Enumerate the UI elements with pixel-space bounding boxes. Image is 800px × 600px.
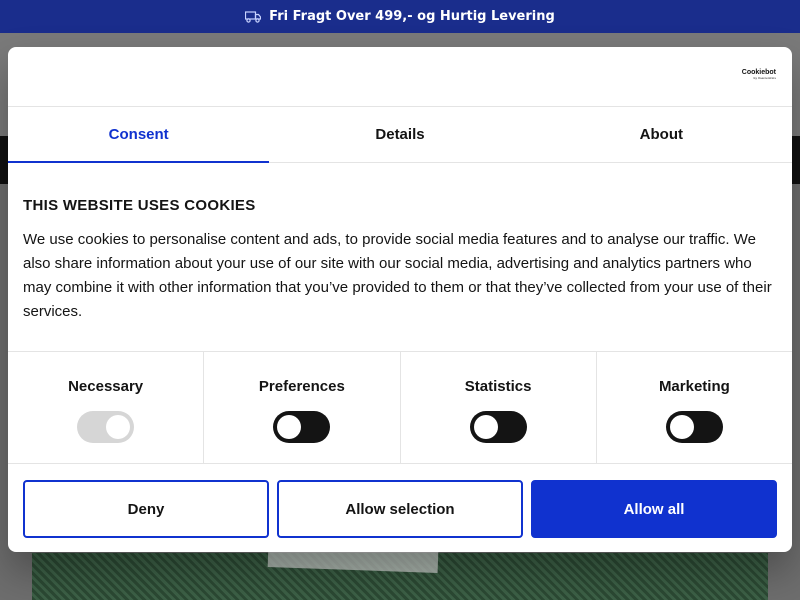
tab-details[interactable]: Details (269, 107, 530, 162)
consent-actions: Deny Allow selection Allow all (8, 464, 792, 538)
dialog-header: Cookiebot by Usercentrics (8, 47, 792, 107)
allow-all-button[interactable]: Allow all (531, 480, 777, 538)
announcement-bar: Fri Fragt Over 499,- og Hurtig Levering (0, 0, 800, 33)
tab-consent[interactable]: Consent (8, 107, 270, 163)
category-marketing: Marketing (597, 352, 792, 463)
preferences-toggle[interactable] (273, 411, 331, 443)
deny-button[interactable]: Deny (23, 480, 269, 538)
category-label: Marketing (658, 378, 730, 395)
consent-description: We use cookies to personalise content an… (23, 231, 772, 320)
dialog-tabs: Consent Details About (8, 107, 792, 163)
necessary-toggle (77, 411, 135, 443)
statistics-toggle[interactable] (469, 411, 527, 443)
category-preferences: Preferences (204, 352, 401, 463)
toggle-knob (669, 415, 694, 439)
category-label: Necessary (68, 378, 144, 395)
cookie-consent-dialog: Cookiebot by Usercentrics Consent Detail… (8, 47, 792, 552)
announcement-text: Fri Fragt Over 499,- og Hurtig Levering (269, 9, 555, 24)
truck-icon (245, 10, 262, 23)
consent-heading: THIS WEBSITE USES COOKIES (23, 197, 256, 214)
category-label: Preferences (258, 378, 345, 395)
cookiebot-logo[interactable]: Cookiebot by Usercentrics (742, 69, 776, 80)
toggle-knob (473, 415, 498, 439)
category-label: Statistics (464, 378, 532, 395)
toggle-knob (106, 415, 131, 439)
category-statistics: Statistics (401, 352, 597, 463)
consent-body: THIS WEBSITE USES COOKIES We use cookies… (8, 163, 792, 351)
allow-selection-button[interactable]: Allow selection (277, 480, 523, 538)
toggle-knob (277, 415, 302, 439)
tab-about[interactable]: About (531, 107, 792, 162)
category-necessary: Necessary (8, 352, 205, 463)
cookie-category-toggles: Necessary Preferences Statistics Marketi… (8, 351, 792, 464)
marketing-toggle[interactable] (665, 411, 723, 443)
